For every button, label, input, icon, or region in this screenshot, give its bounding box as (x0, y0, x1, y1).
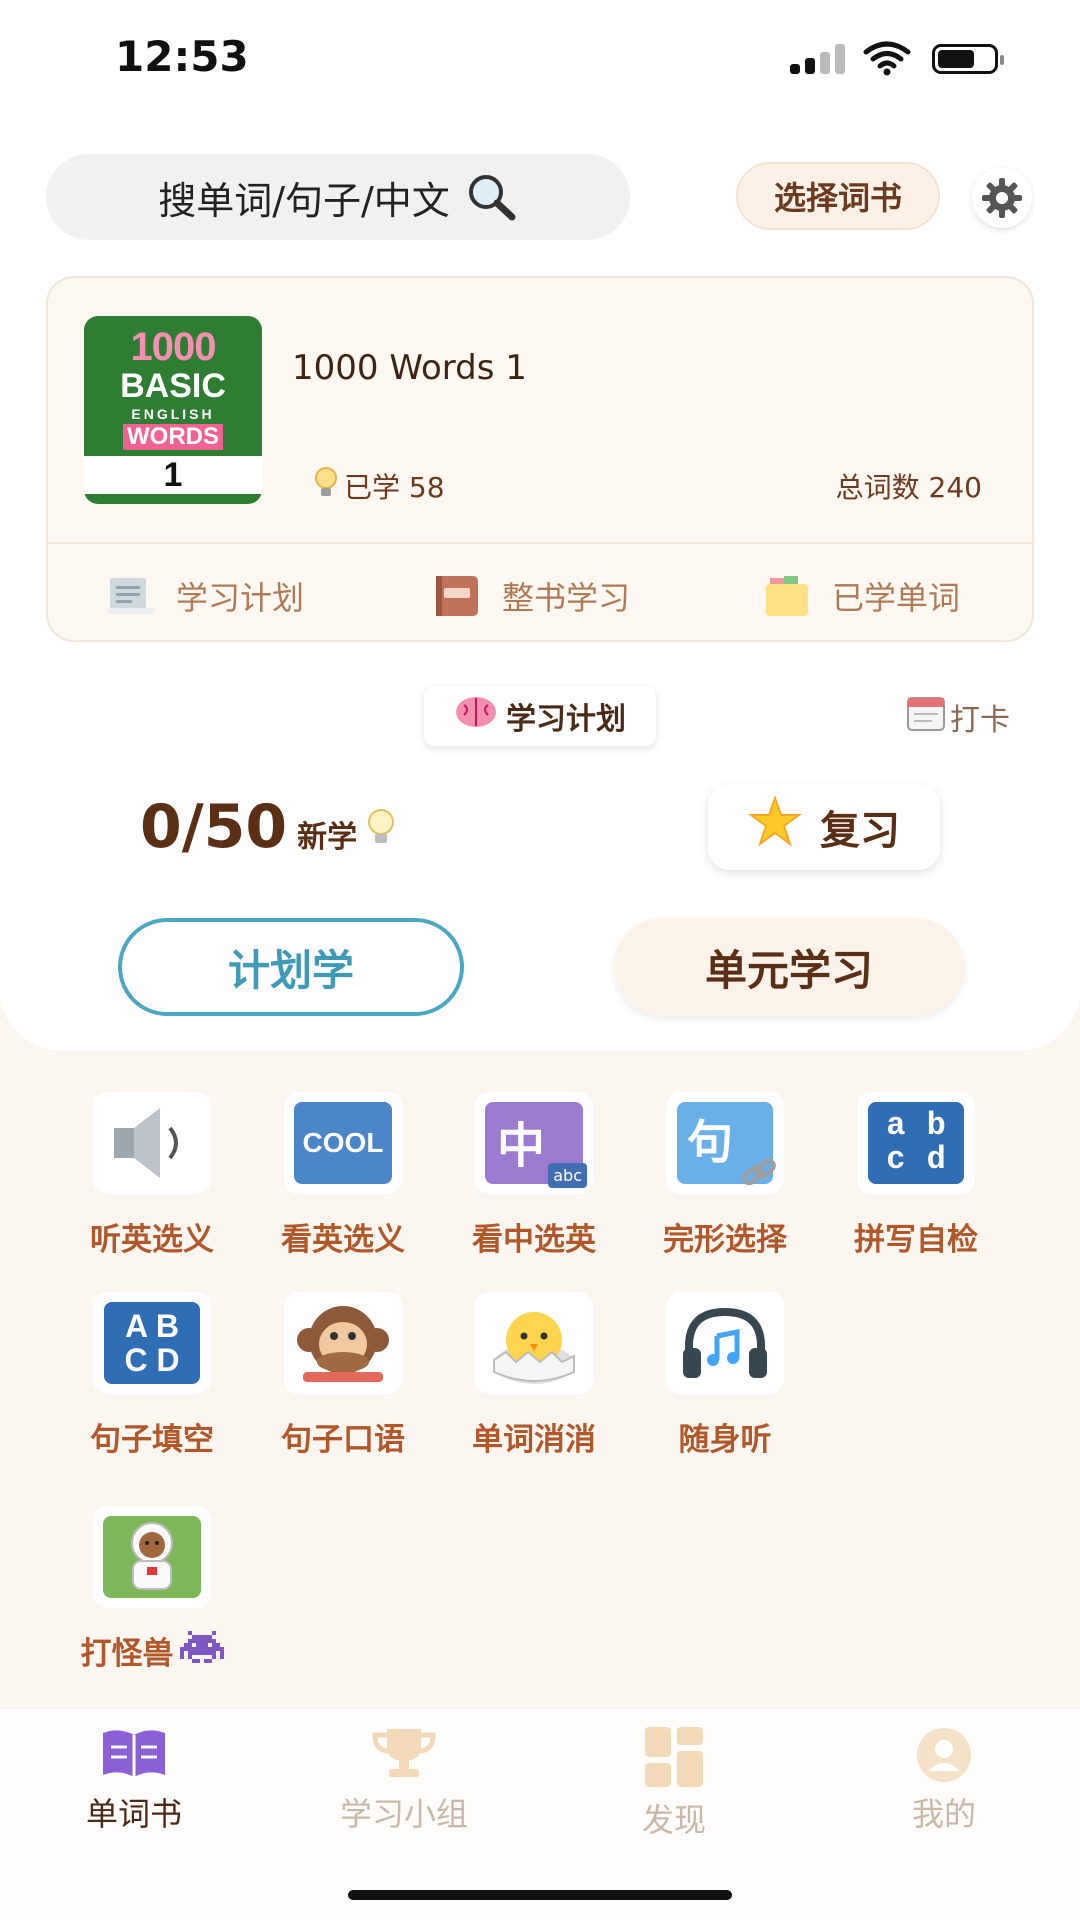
mode-label-row: 打怪兽 (81, 1628, 224, 1673)
mode-label: 看英选义 (281, 1222, 405, 1258)
mode-label: 听英选义 (90, 1222, 214, 1258)
lightbulb-icon (367, 809, 395, 851)
review-button[interactable]: 复习 (708, 784, 940, 870)
chinese-char: 中 (497, 1118, 546, 1174)
tab-study-group[interactable]: 学习小组 (304, 1727, 504, 1835)
mode-cloze-choice[interactable]: 句 完形选择 (635, 1092, 815, 1262)
monkey-icon (284, 1292, 402, 1394)
folder-icon (764, 576, 810, 616)
tab-label: 单词书 (85, 1795, 182, 1833)
abcd-upper-text: A B C D (104, 1302, 200, 1384)
mode-see-english-choose-meaning[interactable]: COOL 看英选义 (253, 1092, 433, 1262)
cool-icon: COOL (284, 1092, 402, 1194)
mode-spelling-self-check[interactable]: a b c d 拼写自检 (826, 1092, 1006, 1262)
abcd-lower-icon: a b c d (857, 1092, 975, 1194)
learned-count: 已学 58 (314, 466, 445, 506)
mode-portable-listening[interactable]: 随身听 (635, 1292, 815, 1462)
progress-count: 0/50 (140, 792, 288, 862)
whole-book-link[interactable]: 整书学习 (434, 568, 630, 624)
card-action-label: 整书学习 (502, 579, 631, 617)
grid-icon (639, 1727, 709, 1787)
cool-icon-text: COOL (294, 1102, 392, 1184)
sentence-char: 句 (687, 1115, 733, 1169)
home-indicator (348, 1890, 732, 1900)
card-action-label: 已学单词 (832, 579, 961, 617)
cover-line: 1 (84, 455, 262, 494)
chick-icon (475, 1292, 593, 1394)
search-placeholder: 搜单词/句子/中文 (158, 178, 450, 223)
mode-label: 随身听 (678, 1422, 772, 1458)
cover-line: BASIC (120, 366, 226, 405)
wifi-icon (862, 40, 912, 76)
cover-line: WORDS (123, 423, 223, 450)
mode-fight-monster[interactable]: 打怪兽 (62, 1506, 242, 1676)
divider (48, 542, 1032, 544)
mode-sentence-speaking[interactable]: 句子口语 (253, 1292, 433, 1462)
signal-icon (790, 44, 846, 74)
cover-line: ENGLISH (131, 405, 215, 422)
magnifier-icon (464, 172, 518, 222)
space-invader-icon (179, 1630, 224, 1671)
abcd-upper-icon: A B C D (93, 1292, 211, 1394)
open-book-icon (99, 1727, 169, 1779)
calendar-icon (906, 694, 946, 740)
review-label: 复习 (820, 808, 900, 854)
book-title: 1000 Words 1 (292, 348, 527, 388)
abc-badge: abc (548, 1163, 587, 1188)
card-action-label: 学习计划 (176, 579, 305, 617)
learned-label: 已学 58 (344, 471, 445, 504)
study-plan-tag[interactable]: 学习计划 (424, 686, 656, 746)
unit-learn-button[interactable]: 单元学习 (614, 918, 964, 1016)
mode-word-match[interactable]: 单词消消 (444, 1292, 624, 1462)
book-icon (434, 576, 480, 616)
checkin-button[interactable]: 打卡 (906, 694, 1010, 740)
battery-icon (932, 44, 1004, 74)
mode-label: 单词消消 (472, 1422, 596, 1458)
mode-label: 拼写自检 (854, 1222, 978, 1258)
mode-sentence-fill[interactable]: A B C D 句子填空 (62, 1292, 242, 1462)
astronaut-icon (93, 1506, 211, 1608)
tab-me[interactable]: 我的 (844, 1727, 1044, 1835)
checkin-label: 打卡 (950, 703, 1010, 738)
total-words: 总词数 240 (835, 471, 982, 504)
lightbulb-icon (314, 466, 338, 506)
mode-label: 句子口语 (281, 1422, 405, 1458)
mode-label: 看中选英 (472, 1222, 596, 1258)
tab-label: 学习小组 (339, 1795, 468, 1833)
mode-listen-choose-meaning[interactable]: 听英选义 (62, 1092, 242, 1262)
cover-line: 1000 (130, 324, 217, 369)
brain-icon (454, 695, 498, 737)
mode-label: 完形选择 (663, 1222, 787, 1258)
daily-progress: 0/50 新学 (140, 792, 395, 862)
chinese-abc-icon: 中 abc (475, 1092, 593, 1194)
document-icon (108, 576, 154, 616)
tab-wordbook[interactable]: 单词书 (34, 1727, 234, 1835)
tab-label: 我的 (911, 1795, 976, 1833)
select-book-button[interactable]: 选择词书 (736, 162, 940, 230)
speaker-icon (93, 1092, 211, 1194)
gear-icon[interactable] (972, 168, 1032, 228)
book-cover: 1000 BASIC ENGLISH WORDS 1 (84, 316, 262, 504)
star-icon (747, 794, 803, 858)
tab-label: 发现 (641, 1801, 706, 1839)
study-plan-tag-label: 学习计划 (506, 702, 626, 737)
mode-see-chinese-choose-english[interactable]: 中 abc 看中选英 (444, 1092, 624, 1262)
search-input[interactable]: 搜单词/句子/中文 (46, 154, 630, 240)
user-icon (909, 1727, 979, 1782)
new-learn-label: 新学 (297, 820, 358, 855)
tab-bar: 单词书 学习小组 发现 我的 (0, 1708, 1080, 1920)
plan-learn-button[interactable]: 计划学 (118, 918, 464, 1016)
study-plan-link[interactable]: 学习计划 (108, 568, 304, 624)
trophy-icon (369, 1727, 439, 1779)
abcd-lower-text: a b c d (868, 1102, 964, 1184)
mode-label: 打怪兽 (80, 1636, 174, 1672)
mode-label: 句子填空 (90, 1422, 214, 1458)
status-time: 12:53 (115, 32, 249, 81)
tab-discover[interactable]: 发现 (574, 1727, 774, 1841)
book-card[interactable]: 1000 BASIC ENGLISH WORDS 1 1000 Words 1 … (46, 276, 1034, 642)
learned-words-link[interactable]: 已学单词 (764, 568, 960, 624)
sentence-link-icon: 句 (666, 1092, 784, 1194)
headphones-icon (666, 1292, 784, 1394)
